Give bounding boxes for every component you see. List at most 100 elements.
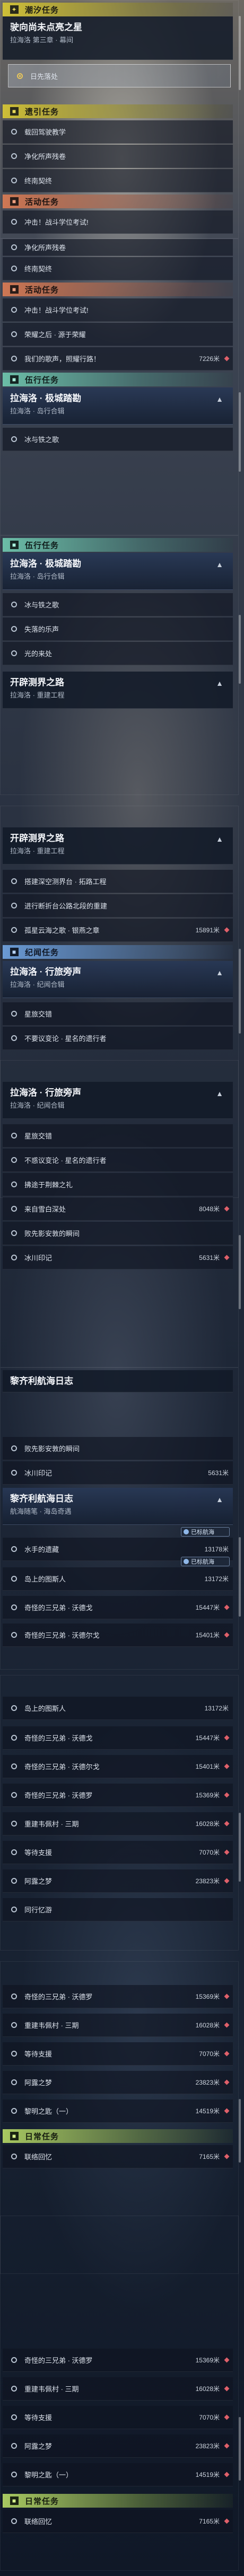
chevron-up-icon[interactable]: ▲ [216, 395, 223, 403]
scrollbar[interactable] [239, 615, 241, 684]
quest-item[interactable]: 冰与铁之歌 [3, 428, 233, 451]
quest-item[interactable]: 冰川印记 5631米 [3, 1461, 233, 1485]
quest-item[interactable]: 终南契终 [3, 169, 233, 192]
scrollbar[interactable] [239, 949, 241, 1034]
quest-item[interactable]: 荣耀之后 · 源于荣耀 [3, 323, 233, 346]
chevron-up-icon[interactable]: ▲ [216, 679, 223, 687]
quest-item[interactable]: 拂途于荆棘之礼 [3, 1173, 233, 1196]
scrollbar[interactable] [239, 392, 241, 472]
quest-distance: 7165米 [199, 2518, 220, 2525]
chevron-up-icon[interactable]: ▲ [216, 1089, 223, 1098]
quest-item[interactable]: 冰川印记 5631米 [3, 1246, 233, 1269]
quest-item-selected[interactable]: 日先落处 [8, 64, 231, 87]
quest-item[interactable]: 岛上的图斯人 13172米 [3, 1567, 233, 1591]
scrollbar[interactable] [239, 16, 241, 90]
quest-item[interactable]: 等待支援 7070米 [3, 1841, 233, 1864]
quest-item[interactable]: 奇怪的三兄弟 · 沃德罗 15369米 [3, 1784, 233, 1807]
quest-item[interactable]: 搭建深空测界台 · 拓路工程 [3, 870, 233, 893]
chevron-up-icon[interactable]: ▲ [216, 1495, 223, 1504]
pin-icon [184, 1529, 189, 1534]
quest-item[interactable]: 奇怪的三兄弟 · 沃德尔戈 15401米 [3, 1624, 233, 1647]
quest-item[interactable]: 冲击！战斗学位考试! [3, 298, 233, 322]
quest-item[interactable]: 重建韦佩村 · 三期 16028米 [3, 2014, 233, 2037]
quest-item[interactable]: 重建韦佩村 · 三期 16028米 [3, 1812, 233, 1836]
quest-distance: 15369米 [195, 2357, 220, 2364]
quest-item[interactable]: 奇怪的三兄弟 · 沃德尔戈 15401米 [3, 1755, 233, 1778]
quest-item[interactable]: 奇怪的三兄弟 · 沃德戈 15447米 [3, 1596, 233, 1619]
diamond-icon [224, 1735, 230, 1741]
quest-item[interactable]: 终南契终 [3, 257, 233, 280]
section-bar-daily[interactable]: ■ 日常任务 [3, 2494, 233, 2508]
quest-group-header[interactable]: 拉海洛 · 极城踏勘 拉海洛 · 岛行合辑 ▲ [3, 387, 233, 425]
quest-item[interactable]: 星旅交错 [3, 1124, 233, 1148]
quest-distance: 15369米 [195, 1792, 220, 1799]
ring-icon [11, 626, 17, 632]
quest-item[interactable]: 联络回忆 7165米 [3, 2145, 233, 2168]
section-bar-daily[interactable]: ■ 日常任务 [3, 2129, 233, 2143]
section-bar-activity[interactable]: ■ 活动任务 [3, 283, 233, 296]
quest-group-header[interactable]: 黎齐利航海日志 [3, 1370, 233, 1392]
quest-item[interactable]: 净化所声残卷 [3, 239, 233, 256]
quest-item[interactable]: 黎明之匙（一） 14519米 [3, 2463, 233, 2486]
quest-item[interactable]: 败先影安敦的瞬间 [3, 1437, 233, 1460]
section-bar-activity[interactable]: ■ 活动任务 [3, 195, 233, 208]
quest-item[interactable]: 奇怪的三兄弟 · 沃德罗 15369米 [3, 1985, 233, 2008]
quest-item[interactable]: 阿露之梦 23823米 [3, 2434, 233, 2458]
scrollbar[interactable] [239, 1235, 241, 1309]
quest-item[interactable]: 阿露之梦 23823米 [3, 2071, 233, 2094]
quest-item[interactable]: 冰与铁之歌 [3, 593, 233, 616]
quest-item[interactable]: 冲击！战斗学位考试! [3, 210, 233, 234]
scrollbar[interactable] [239, 1813, 241, 1882]
ring-icon [11, 266, 17, 271]
square-icon: ■ [10, 948, 19, 956]
quest-item[interactable]: 重建韦佩村 · 三期 16028米 [3, 2377, 233, 2401]
scrollbar[interactable] [239, 2417, 241, 2481]
quest-item[interactable]: 岛上的图斯人 13172米 [3, 1697, 233, 1720]
quest-item[interactable]: 不惑议变论 · 星名的遗行者 [3, 1149, 233, 1172]
quest-item[interactable]: 星旅交错 [3, 1002, 233, 1026]
quest-item-label: 黎明之匙（一） [24, 2107, 73, 2115]
section-bar-companion[interactable]: ■ 伍行任务 [3, 373, 233, 386]
section-bar-label: 活动任务 [25, 197, 59, 207]
quest-group-header[interactable]: 开辟测界之路 拉海洛 · 重建工程 ▲ [3, 672, 233, 709]
quest-item[interactable]: 孤星云海之歌 · 银燕之章 15891米 [3, 919, 233, 942]
section-bar-legend[interactable]: ■ 纪闻任务 [3, 945, 233, 959]
quest-item[interactable]: 同行忆游 [3, 1898, 233, 1921]
ring-icon [11, 1993, 17, 1999]
quest-item[interactable]: 等待支援 7070米 [3, 2042, 233, 2066]
quest-item[interactable]: 败先影安敦的瞬间 [3, 1222, 233, 1245]
quest-item-label: 阿露之梦 [24, 2079, 53, 2087]
quest-group-header[interactable]: 开辟测界之路 拉海洛 · 重建工程 ▲ [3, 827, 233, 864]
quest-item[interactable]: 来自雪白深处 8048米 [3, 1197, 233, 1221]
quest-item-label: 奇怪的三兄弟 · 沃德罗 [24, 1792, 93, 1799]
quest-group-header[interactable]: 驶向尚未点亮之星 拉海洛 第三章 · 幕间 [3, 16, 233, 60]
quest-item[interactable]: 我们的歌声，照耀行路！ 7226米 [3, 347, 233, 370]
quest-item[interactable]: 阿露之梦 23823米 [3, 1869, 233, 1893]
section-bar-daily[interactable]: ■ 遗引任务 [3, 104, 233, 118]
chevron-up-icon[interactable]: ▲ [216, 968, 223, 977]
quest-item[interactable]: 进行断折台公路北段的重建 [3, 894, 233, 918]
quest-item[interactable]: 奇怪的三兄弟 · 沃德罗 15369米 [3, 2349, 233, 2372]
quest-group-header[interactable]: 拉海洛 · 极城踏勘 拉海洛 · 岛行合辑 ▲ [3, 553, 233, 590]
ring-icon [11, 1206, 17, 1212]
chevron-up-icon[interactable]: ▲ [216, 560, 223, 569]
section-bar-tracked[interactable]: ✦ 潮汐任务 [3, 3, 233, 16]
quest-item[interactable]: 不要议变论 · 星名的遗行者 [3, 1027, 233, 1050]
quest-item[interactable]: 黎明之匙（一） 14519米 [3, 2099, 233, 2123]
scrollbar[interactable] [239, 1537, 241, 1617]
quest-item[interactable]: 奇怪的三兄弟 · 沃德戈 15447米 [3, 1726, 233, 1750]
quest-group-header[interactable]: 拉海洛 · 行旅旁声 拉海洛 · 纪闻合辑 ▲ [3, 961, 233, 998]
quest-item[interactable]: 载回驾驶教学 [3, 120, 233, 144]
quest-group-header[interactable]: 黎齐利航海日志 航海随笔 · 海岛奇遇 ▲ [3, 1488, 233, 1525]
quest-item[interactable]: 失落的乐声 [3, 617, 233, 641]
section-bar-companion[interactable]: ■ 伍行任务 [3, 538, 233, 552]
diamond-icon [224, 1255, 230, 1260]
chevron-up-icon[interactable]: ▲ [216, 835, 223, 843]
quest-item[interactable]: 等待支援 7070米 [3, 2406, 233, 2429]
quest-group-header[interactable]: 拉海洛 · 行旅旁声 拉海洛 · 纪闻合辑 ▲ [3, 1082, 233, 1119]
quest-item[interactable]: 联络回忆 7165米 [3, 2510, 233, 2533]
quest-item[interactable]: 净化所声残卷 [3, 145, 233, 168]
scrollbar[interactable] [239, 2099, 241, 2163]
quest-item[interactable]: 光的来处 [3, 642, 233, 665]
quest-distance: 15891米 [195, 927, 220, 934]
